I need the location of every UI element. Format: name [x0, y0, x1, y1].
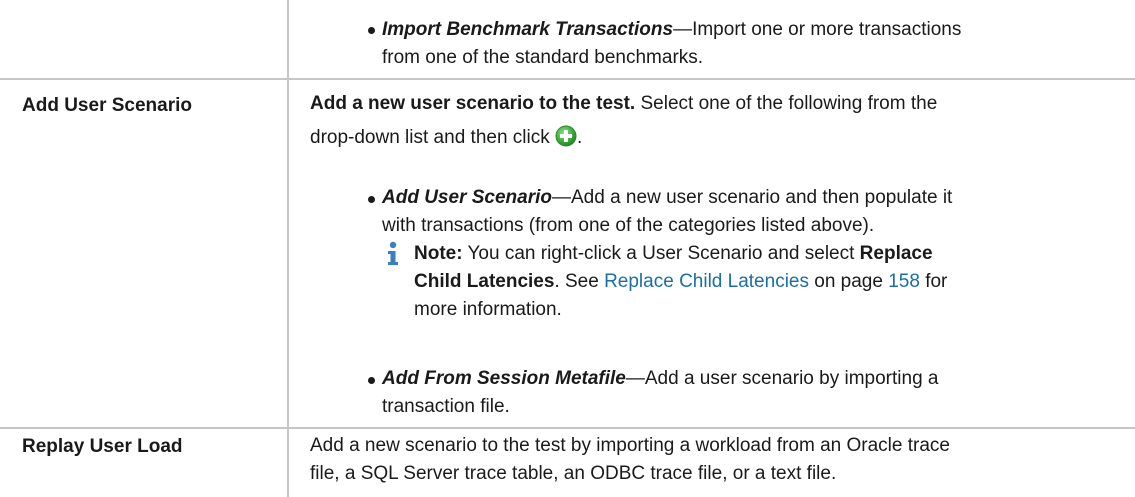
column-divider — [287, 0, 289, 497]
list-item-term: Add From Session Metafile — [382, 368, 626, 389]
intro-text: . — [577, 127, 583, 148]
row-description: Add a new scenario to the test by import… — [310, 432, 1120, 488]
add-plus-icon[interactable] — [555, 125, 577, 147]
intro-text: Select one of the following from the — [635, 93, 938, 114]
row-label-add-user-scenario: Add User Scenario — [22, 95, 192, 116]
list-item-text: from one of the standard benchmarks. — [382, 47, 704, 68]
note-text: . See — [554, 271, 605, 292]
note-text: You can right-click a User Scenario and … — [462, 243, 860, 264]
list-item-text: with transactions (from one of the categ… — [382, 215, 875, 236]
row-label-replay-user-load: Replay User Load — [22, 436, 183, 457]
options-table: Import Benchmark Transactions—Import one… — [0, 0, 1135, 497]
intro-text: drop-down list and then click — [310, 127, 550, 148]
note-text: more information. — [414, 299, 562, 320]
list-item-text: —Add a new user scenario and then popula… — [552, 187, 953, 208]
replace-child-latencies-link[interactable]: Replace Child Latencies — [604, 271, 809, 292]
em-dash: — — [673, 19, 693, 40]
bullet-dot — [368, 377, 375, 384]
note-text: on page — [808, 271, 889, 292]
row-divider — [0, 78, 1135, 80]
bullet-dot — [368, 196, 375, 203]
list-item-text: Import one or more transactions — [692, 19, 962, 40]
row-divider — [0, 427, 1135, 429]
note-bold-term: Child Latencies — [414, 271, 555, 292]
description-text: file, a SQL Server trace table, an ODBC … — [310, 463, 837, 484]
intro-bold: Add a new user scenario to the test. — [310, 93, 636, 114]
bullet-dot — [368, 27, 375, 34]
info-icon — [388, 241, 398, 265]
list-item-term: Add User Scenario — [382, 187, 552, 208]
note-block: Note: You can right-click a User Scenari… — [414, 240, 1126, 324]
list-item-term: Import Benchmark Transactions — [382, 19, 674, 40]
note-label: Note: — [414, 243, 463, 264]
page-158-link[interactable]: 158 — [888, 271, 920, 292]
list-item-add-from-session-metafile: Add From Session Metafile—Add a user sce… — [382, 365, 1127, 421]
description-text: Add a new scenario to the test by import… — [310, 435, 950, 456]
list-item-import-benchmark: Import Benchmark Transactions—Import one… — [382, 16, 1127, 72]
note-bold-term: Replace — [859, 243, 933, 264]
list-item-text: transaction file. — [382, 396, 510, 417]
list-item-add-user-scenario: Add User Scenario—Add a new user scenari… — [382, 184, 1127, 240]
note-text: for — [919, 271, 948, 292]
row-description: Add a new user scenario to the test. Sel… — [310, 90, 1120, 152]
list-item-text: —Add a user scenario by importing a — [625, 368, 939, 389]
